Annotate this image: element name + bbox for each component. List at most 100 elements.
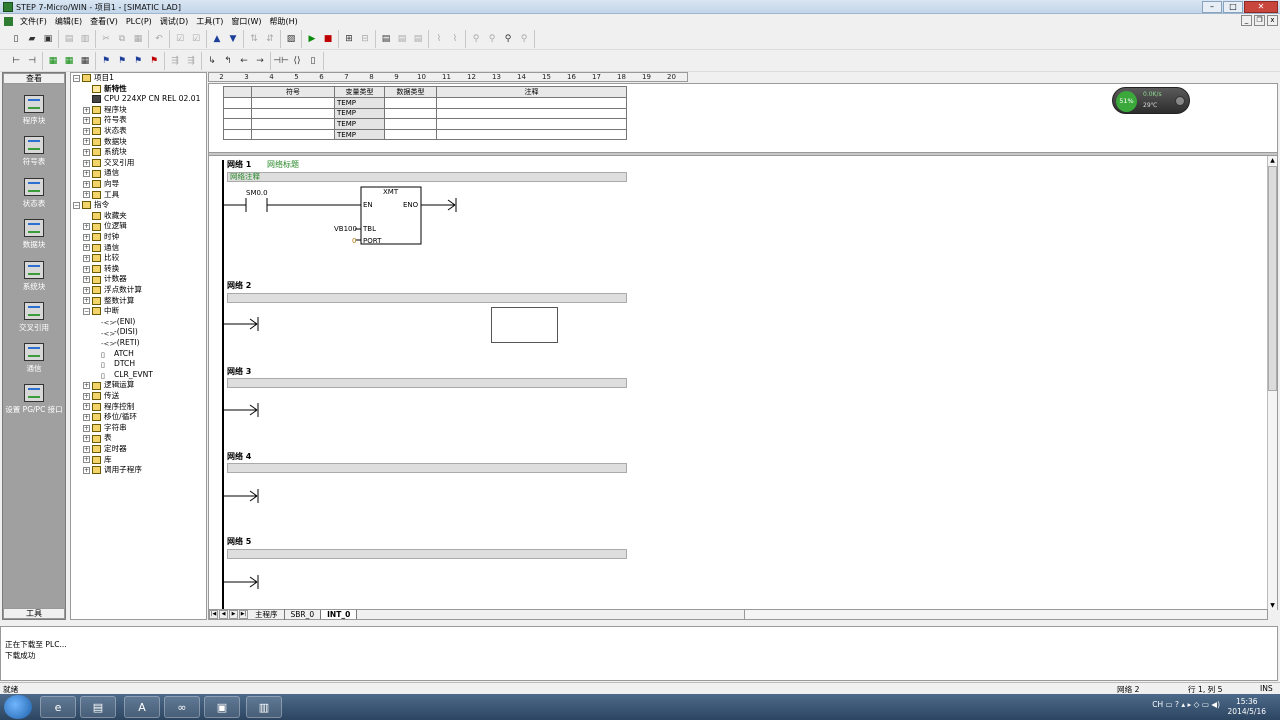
expand-icon[interactable]: +: [83, 456, 90, 464]
tree-item[interactable]: + 整数计算: [83, 296, 134, 307]
empty-instruction-box[interactable]: [491, 307, 558, 343]
tree-item[interactable]: 收藏夹: [83, 211, 127, 222]
ruler-tick[interactable]: 19: [634, 73, 659, 81]
expand-icon[interactable]: +: [83, 223, 90, 231]
collapse-icon[interactable]: −: [83, 307, 90, 315]
print-icon[interactable]: ▤: [62, 32, 76, 46]
stop-icon[interactable]: ■: [321, 32, 335, 46]
tree-item[interactable]: + 向导: [83, 179, 119, 190]
table-row[interactable]: TEMP: [223, 118, 627, 130]
ruler-tick[interactable]: 18: [609, 73, 634, 81]
var-type-cell[interactable]: TEMP: [334, 128, 385, 141]
force-icon[interactable]: ⌇: [432, 32, 446, 46]
expand-icon[interactable]: +: [83, 170, 90, 178]
menu-debug[interactable]: 调试(D): [156, 16, 192, 27]
expand-icon[interactable]: +: [83, 117, 90, 125]
minimize-button[interactable]: –: [1202, 1, 1222, 13]
expand-icon[interactable]: +: [83, 180, 90, 188]
network-comment[interactable]: [227, 463, 627, 473]
options-icon[interactable]: ▨: [284, 32, 298, 46]
new-icon[interactable]: ▯: [9, 32, 23, 46]
unforce-all-icon[interactable]: ⚲: [469, 32, 483, 46]
scroll-down-icon[interactable]: ▼: [1268, 601, 1277, 610]
mdi-restore-button[interactable]: ❐: [1254, 15, 1265, 26]
expand-icon[interactable]: +: [83, 276, 90, 284]
ruler-tick[interactable]: 10: [409, 73, 434, 81]
print-preview-icon[interactable]: ▥: [78, 32, 92, 46]
symbol-create-icon[interactable]: ⇶: [184, 54, 198, 68]
network-4-ladder[interactable]: [209, 486, 709, 506]
network-title[interactable]: 网络 1: [227, 159, 251, 170]
ruler-tick[interactable]: 9: [384, 73, 409, 81]
insert-network-icon[interactable]: ⊢: [9, 54, 23, 68]
step7-microwin-icon[interactable]: ▣: [204, 696, 240, 718]
close-button[interactable]: ✕: [1244, 1, 1278, 13]
document-icon[interactable]: [4, 16, 13, 26]
column-header[interactable]: 变量类型: [334, 86, 385, 98]
tab-prev-icon[interactable]: ◀: [219, 610, 228, 619]
port-operand[interactable]: 0: [352, 237, 356, 245]
system-monitor-gadget[interactable]: 51% 0.0K/s 29℃: [1112, 87, 1190, 114]
tbl-operand[interactable]: VB100: [334, 225, 357, 233]
tab-next-icon[interactable]: ▶: [229, 610, 238, 619]
delete-network-icon[interactable]: ⊣: [25, 54, 39, 68]
tab-sbr0[interactable]: SBR_0: [285, 610, 322, 619]
ruler-tick[interactable]: 14: [509, 73, 534, 81]
write-all-icon[interactable]: ▤: [411, 32, 425, 46]
ruler-tick[interactable]: 7: [334, 73, 359, 81]
nav-communications[interactable]: 通信: [3, 343, 65, 374]
vertical-scrollbar[interactable]: ▲ ▼: [1267, 156, 1277, 610]
tree-item[interactable]: + 字符串: [83, 423, 127, 434]
tree-item[interactable]: CPU 224XP CN REL 02.01: [83, 94, 200, 105]
ruler-tick[interactable]: 3: [234, 73, 259, 81]
mdi-minimize-button[interactable]: _: [1241, 15, 1252, 26]
tree-project[interactable]: − 项目1: [73, 73, 114, 84]
column-header[interactable]: 符号: [251, 86, 335, 98]
tree-item[interactable]: ▯ CLR_EVNT: [101, 370, 153, 381]
sort-descending-icon[interactable]: ⇵: [263, 32, 277, 46]
tree-item[interactable]: + 转换: [83, 264, 119, 275]
menu-plc[interactable]: PLC(P): [122, 17, 156, 26]
trend-view-icon[interactable]: ⚲: [517, 32, 531, 46]
nav-cross-reference[interactable]: 交叉引用: [3, 302, 65, 333]
cut-icon[interactable]: ✂: [99, 32, 113, 46]
ruler-tick[interactable]: 4: [259, 73, 284, 81]
navigation-bar-footer[interactable]: 工具: [3, 608, 65, 619]
explorer-icon[interactable]: ▤: [80, 696, 116, 718]
network-title[interactable]: 网络 5: [227, 536, 251, 547]
table-row[interactable]: TEMP: [223, 107, 627, 120]
tree-item[interactable]: + 计数器: [83, 274, 127, 285]
ruler-tick[interactable]: 2: [209, 73, 234, 81]
unforce-icon[interactable]: ⌇: [448, 32, 462, 46]
network-comment[interactable]: [227, 378, 627, 388]
coil-icon[interactable]: ⟨⟩: [290, 54, 304, 68]
column-header[interactable]: 数据类型: [384, 86, 437, 98]
column-header[interactable]: 注释: [436, 86, 627, 98]
network-2-ladder[interactable]: [209, 314, 709, 334]
read-all-forced-icon[interactable]: ⚲: [485, 32, 499, 46]
tree-instructions[interactable]: − 指令: [73, 200, 109, 211]
scroll-thumb[interactable]: [1268, 166, 1277, 391]
network-title[interactable]: 网络 3: [227, 366, 251, 377]
tab-first-icon[interactable]: |◀: [209, 610, 218, 619]
network-label[interactable]: 网络标题: [267, 159, 299, 170]
nav-symbol-table[interactable]: 符号表: [3, 136, 65, 167]
ruler-tick[interactable]: 6: [309, 73, 334, 81]
var-type-cell[interactable]: TEMP: [334, 107, 385, 120]
horizontal-scrollbar[interactable]: [744, 610, 1267, 619]
start-button[interactable]: [4, 695, 32, 719]
tree-item[interactable]: + 通信: [83, 243, 119, 254]
compile-icon[interactable]: ☑: [173, 32, 187, 46]
line-left-icon[interactable]: ←: [237, 54, 251, 68]
expand-icon[interactable]: +: [83, 286, 90, 294]
expand-icon[interactable]: +: [83, 392, 90, 400]
ruler-tick[interactable]: 8: [359, 73, 384, 81]
read-forced-icon[interactable]: ⚲: [501, 32, 515, 46]
expand-icon[interactable]: +: [83, 403, 90, 411]
remove-bookmarks-icon[interactable]: ⚑: [147, 54, 161, 68]
expand-icon[interactable]: +: [83, 435, 90, 443]
tree-item[interactable]: 新特性: [83, 84, 127, 95]
expand-icon[interactable]: +: [83, 424, 90, 432]
visual-studio-icon[interactable]: ∞: [164, 696, 200, 718]
expand-icon[interactable]: +: [83, 297, 90, 305]
